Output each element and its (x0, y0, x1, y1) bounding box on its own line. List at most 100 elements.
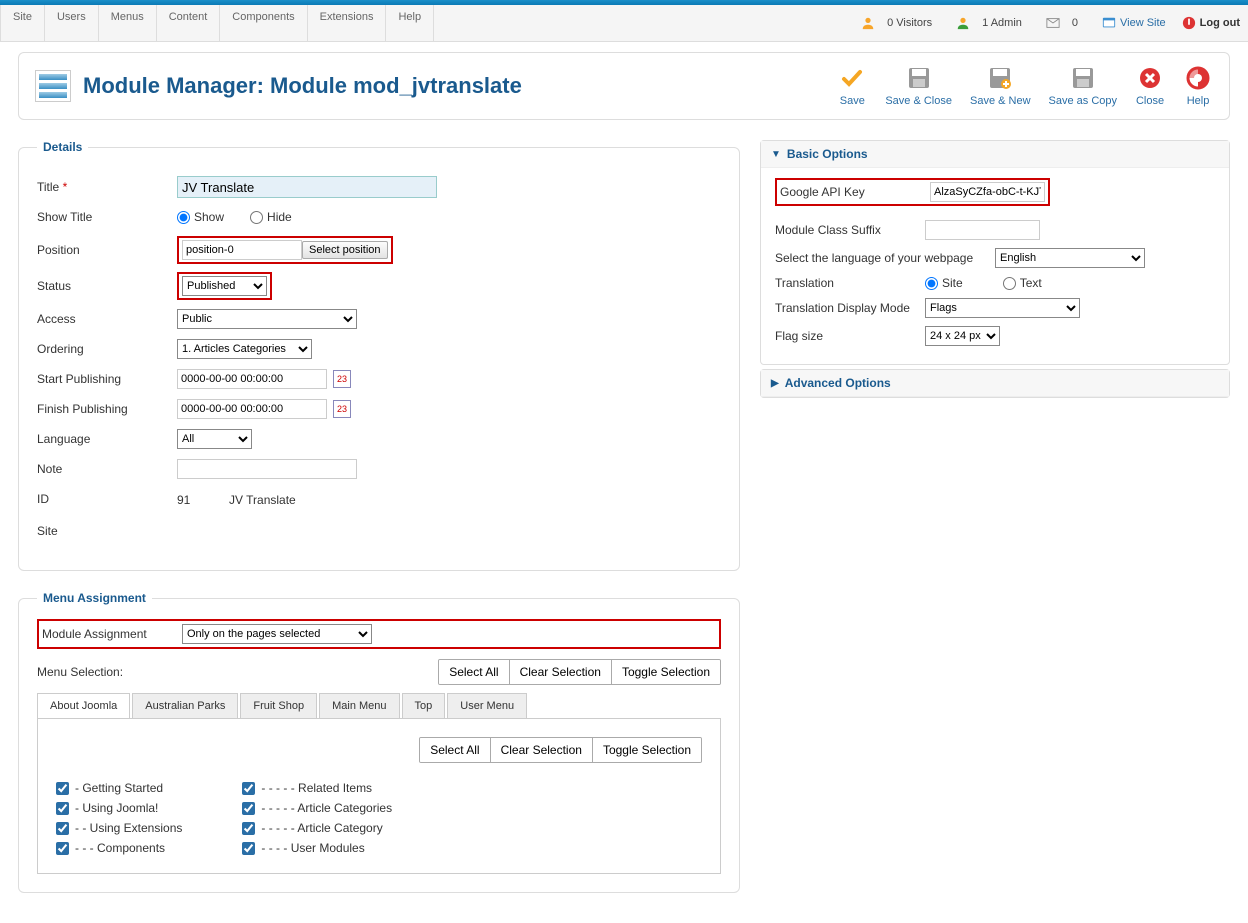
select-all-button[interactable]: Select All (420, 738, 489, 762)
logout-link[interactable]: Log out (1174, 5, 1248, 41)
menu-item-label: - - Using Extensions (75, 821, 182, 835)
details-fieldset: Details Title * Show Title Show Hide Pos… (18, 140, 740, 571)
top-menu-item[interactable]: Components (220, 5, 307, 41)
menu-item-checkbox[interactable] (56, 782, 69, 795)
show-title-hide-radio[interactable] (250, 211, 263, 224)
menu-item-row: - - - - - Article Categories (242, 801, 392, 815)
translation-site-radio[interactable] (925, 277, 938, 290)
calendar-icon[interactable]: 23 (333, 400, 351, 418)
position-highlight: Select position (177, 236, 393, 264)
basic-options-panel: ▼Basic Options Google API Key Module Cla… (760, 140, 1230, 365)
language-select[interactable]: All (177, 429, 252, 449)
module-assignment-highlight: Module Assignment Only on the pages sele… (37, 619, 721, 649)
details-legend: Details (37, 140, 88, 154)
flag-size-select[interactable]: 24 x 24 px (925, 326, 1000, 346)
menu-item-checkbox[interactable] (56, 842, 69, 855)
menu-assignment-legend: Menu Assignment (37, 591, 152, 605)
basic-options-header[interactable]: ▼Basic Options (761, 141, 1229, 168)
menu-selection-label: Menu Selection: (37, 665, 123, 679)
menu-item-checkbox[interactable] (242, 782, 255, 795)
lang-select-label: Select the language of your webpage (775, 251, 995, 265)
display-mode-label: Translation Display Mode (775, 301, 925, 315)
menu-item-row: - Using Joomla! (56, 801, 182, 815)
select-position-button[interactable]: Select position (302, 241, 388, 259)
title-input[interactable] (177, 176, 437, 198)
tab-content: Select All Clear Selection Toggle Select… (37, 718, 721, 874)
top-menu-item[interactable]: Help (386, 5, 434, 41)
menu-tab[interactable]: Main Menu (319, 693, 399, 718)
module-assignment-select[interactable]: Only on the pages selected (182, 624, 372, 644)
top-menu-item[interactable]: Menus (99, 5, 157, 41)
status-select[interactable]: Published (182, 276, 267, 296)
clear-selection-button[interactable]: Clear Selection (490, 738, 592, 762)
menu-selection-buttons-top: Select All Clear Selection Toggle Select… (438, 659, 721, 685)
select-all-button[interactable]: Select All (439, 660, 508, 684)
menu-item-label: - Getting Started (75, 781, 163, 795)
toolbar: Save Save & Close Save & New Save as Cop… (837, 65, 1213, 107)
menu-item-label: - Using Joomla! (75, 801, 158, 815)
menu-item-checkbox[interactable] (56, 822, 69, 835)
title-label: Title * (37, 180, 177, 194)
finish-pub-input[interactable] (177, 399, 327, 419)
menu-item-checkbox[interactable] (56, 802, 69, 815)
menu-tab[interactable]: Fruit Shop (240, 693, 317, 718)
api-key-input[interactable] (930, 182, 1045, 202)
save-copy-button[interactable]: Save as Copy (1049, 65, 1117, 107)
display-mode-select[interactable]: Flags (925, 298, 1080, 318)
translation-label: Translation (775, 276, 925, 290)
menu-item-row: - - - - - Article Category (242, 821, 392, 835)
top-menu-item[interactable]: Content (157, 5, 221, 41)
page-header: Module Manager: Module mod_jvtranslate S… (18, 52, 1230, 120)
save-new-button[interactable]: Save & New (970, 65, 1031, 107)
suffix-label: Module Class Suffix (775, 223, 925, 237)
help-button[interactable]: Help (1183, 65, 1213, 107)
menu-item-label: - - - - - Related Items (261, 781, 372, 795)
toggle-selection-button[interactable]: Toggle Selection (592, 738, 701, 762)
menu-tab[interactable]: Australian Parks (132, 693, 238, 718)
top-menu-item[interactable]: Site (0, 5, 45, 41)
clear-selection-button[interactable]: Clear Selection (509, 660, 611, 684)
id-text: JV Translate (229, 493, 296, 507)
menu-item-checkbox[interactable] (242, 822, 255, 835)
advanced-options-header[interactable]: ▶Advanced Options (761, 370, 1229, 397)
position-label: Position (37, 243, 177, 257)
start-pub-label: Start Publishing (37, 372, 177, 386)
toggle-selection-button[interactable]: Toggle Selection (611, 660, 720, 684)
menu-item-checkbox[interactable] (242, 802, 255, 815)
access-label: Access (37, 312, 177, 326)
chevron-right-icon: ▶ (771, 378, 779, 389)
save-close-button[interactable]: Save & Close (885, 65, 952, 107)
flag-size-label: Flag size (775, 329, 925, 343)
api-key-label: Google API Key (780, 185, 930, 199)
save-button[interactable]: Save (837, 65, 867, 107)
menu-item-label: - - - - User Modules (261, 841, 364, 855)
note-label: Note (37, 462, 177, 476)
menu-tab[interactable]: User Menu (447, 693, 527, 718)
close-button[interactable]: Close (1135, 65, 1165, 107)
top-menu-item[interactable]: Users (45, 5, 99, 41)
top-menubar: SiteUsersMenusContentComponentsExtension… (0, 5, 1248, 42)
api-key-highlight: Google API Key (775, 178, 1050, 206)
admin-count: 1 Admin (948, 5, 1038, 41)
access-select[interactable]: Public (177, 309, 357, 329)
ordering-label: Ordering (37, 342, 177, 356)
translation-text-radio[interactable] (1003, 277, 1016, 290)
show-title-label: Show Title (37, 210, 177, 224)
chevron-down-icon: ▼ (771, 149, 781, 160)
start-pub-input[interactable] (177, 369, 327, 389)
calendar-icon[interactable]: 23 (333, 370, 351, 388)
webpage-language-select[interactable]: English (995, 248, 1145, 268)
ordering-select[interactable]: 1. Articles Categories (177, 339, 312, 359)
menu-tab[interactable]: About Joomla (37, 693, 130, 718)
note-input[interactable] (177, 459, 357, 479)
menu-item-checkbox[interactable] (242, 842, 255, 855)
menu-tabs: About JoomlaAustralian ParksFruit ShopMa… (37, 693, 721, 718)
top-menu-item[interactable]: Extensions (308, 5, 387, 41)
suffix-input[interactable] (925, 220, 1040, 240)
view-site-link[interactable]: View Site (1094, 5, 1174, 41)
id-value: 91 (177, 493, 190, 507)
position-input[interactable] (182, 240, 302, 260)
mail-count: 0 (1038, 5, 1094, 41)
menu-tab[interactable]: Top (402, 693, 446, 718)
show-title-show-radio[interactable] (177, 211, 190, 224)
